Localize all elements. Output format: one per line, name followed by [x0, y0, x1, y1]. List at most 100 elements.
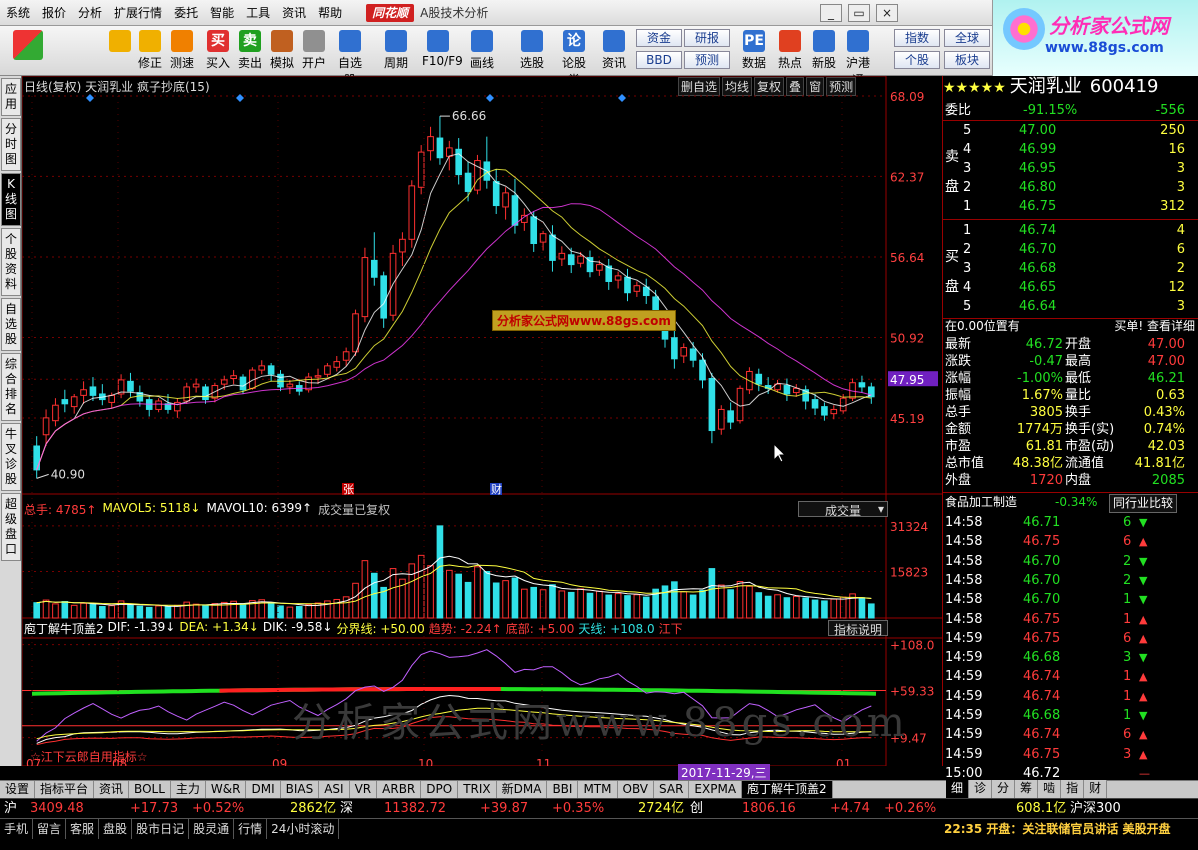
right-tab-6[interactable]: 财 [1084, 780, 1108, 798]
toolbar-text-button-1[interactable]: 研报 [684, 29, 730, 47]
indicator-tab-3[interactable]: BOLL [129, 781, 171, 798]
restore-icon[interactable]: ▭ [848, 4, 870, 22]
toolbar-text-button-2[interactable]: BBD [636, 51, 682, 69]
toolbar-text-button-5[interactable]: 全球 [944, 29, 990, 47]
indicator-tab-6[interactable]: DMI [246, 781, 281, 798]
toolbar-button-7[interactable]: 开户 [298, 28, 330, 74]
right-tab-5[interactable]: 指 [1061, 780, 1085, 798]
toolbar-button-0[interactable] [12, 28, 44, 74]
status-item-1[interactable]: 留言 [33, 819, 67, 839]
f10-icon [427, 30, 449, 52]
position-note[interactable]: 在0.00位置有 买单! 查看详细 [943, 318, 1198, 335]
close-icon[interactable]: × [876, 4, 898, 22]
left-tab-2[interactable]: K线图 [1, 173, 21, 226]
menu-item-5[interactable]: 智能 [204, 0, 240, 26]
toolbar-button-10[interactable]: F10/F9 [422, 28, 463, 74]
status-item-4[interactable]: 股市日记 [132, 819, 190, 839]
menu-item-8[interactable]: 帮助 [312, 0, 348, 26]
toolbar-text-button-0[interactable]: 资金 [636, 29, 682, 47]
left-tab-3[interactable]: 个股资料 [1, 228, 21, 296]
left-tab-7[interactable]: 超级盘口 [1, 493, 21, 561]
toolbar-text-button-3[interactable]: 预测 [684, 51, 730, 69]
indicator-tab-18[interactable]: EXPMA [689, 781, 743, 798]
status-item-7[interactable]: 24小时滚动 [267, 819, 340, 839]
toolbar-button-11[interactable]: 画线 [466, 28, 498, 74]
kline-chart[interactable]: 68.09 62.37 56.64 50.92 47.95 45.19 66.66 40.90… [22, 76, 942, 766]
indicator-tab-11[interactable]: DPO [421, 781, 459, 798]
candle-body [183, 386, 191, 402]
volume-dropdown[interactable]: 成交量 ▾ [798, 501, 888, 518]
toolbar-text-button-6[interactable]: 个股 [894, 51, 940, 69]
toolbar-text-button-7[interactable]: 板块 [944, 51, 990, 69]
toolbar-button-15[interactable]: PE 数据 [738, 28, 770, 74]
toolbar-button-17[interactable]: 新股 [808, 28, 840, 74]
right-tab-0[interactable]: 细 [946, 780, 970, 798]
right-tab-4[interactable]: 啮 [1038, 780, 1062, 798]
minimize-icon[interactable]: _ [820, 4, 842, 22]
toolbar-button-4[interactable]: 买买入 [202, 28, 234, 74]
indicator-tab-13[interactable]: 新DMA [497, 781, 548, 798]
toolbar-button-2[interactable]: 修正 [134, 28, 166, 74]
toolbar-button-8[interactable]: 自选股 [334, 28, 366, 87]
status-item-5[interactable]: 股灵通 [189, 819, 235, 839]
indicator-tab-1[interactable]: 指标平台 [35, 781, 95, 798]
indicator-tab-0[interactable]: 设置 [0, 781, 36, 798]
indicator-tab-16[interactable]: OBV [618, 781, 655, 798]
indicator-tab-14[interactable]: BBI [547, 781, 579, 798]
status-item-0[interactable]: 手机 [0, 819, 34, 839]
indicator-tab-4[interactable]: 主力 [171, 781, 206, 798]
menu-item-7[interactable]: 资讯 [276, 0, 312, 26]
menu-item-4[interactable]: 委托 [168, 0, 204, 26]
toolbar-button-5[interactable]: 卖卖出 [234, 28, 266, 74]
toolbar-button-9[interactable]: 周期 [380, 28, 412, 74]
left-tab-1[interactable]: 分时图 [1, 118, 21, 171]
right-tab-3[interactable]: 筹 [1015, 780, 1039, 798]
quote-value: 46.72 [1025, 337, 1063, 352]
left-tab-0[interactable]: 应用 [1, 78, 21, 116]
right-tab-2[interactable]: 分 [992, 780, 1016, 798]
industry-row: 食品加工制造 -0.34% 同行业比较 [943, 494, 1198, 513]
toolbar-button-12[interactable]: 选股 [516, 28, 548, 74]
rating-stars: ★★★★★ [943, 80, 1006, 96]
toolbar-button-18[interactable]: 沪港通 [842, 28, 874, 87]
toolbar-button-6[interactable]: 模拟 [266, 28, 298, 74]
indicator-tab-19[interactable]: 庖丁解牛顶盖2 [742, 781, 833, 798]
indicator-tab-17[interactable]: SAR [654, 781, 690, 798]
status-item-6[interactable]: 行情 [234, 819, 268, 839]
indicator-tab-10[interactable]: ARBR [377, 781, 422, 798]
menu-item-0[interactable]: 系统 [0, 0, 36, 26]
left-tab-5[interactable]: 综合排名 [1, 353, 21, 421]
indicator-tab-9[interactable]: VR [350, 781, 378, 798]
indicator-tab-12[interactable]: TRIX [458, 781, 497, 798]
toolbar-button-13[interactable]: 论论股堂 [558, 28, 590, 87]
left-tab-4[interactable]: 自选股 [1, 298, 21, 351]
right-tab-1[interactable]: 诊 [969, 780, 993, 798]
brand-logo: 同花顺 [366, 3, 415, 22]
indicator-help-button[interactable]: 指标说明 [828, 620, 888, 637]
menu-item-3[interactable]: 扩展行情 [108, 0, 168, 26]
indicator-tab-8[interactable]: ASI [319, 781, 350, 798]
toolbar-button-1[interactable] [104, 28, 136, 74]
industry-compare-button[interactable]: 同行业比较 [1109, 494, 1178, 513]
arrow-down-icon: ▼ [1139, 593, 1148, 607]
volume-bar [858, 597, 866, 619]
volume: 2 [1176, 261, 1185, 276]
indicator-tab-5[interactable]: W&R [206, 781, 247, 798]
menu-item-6[interactable]: 工具 [240, 0, 276, 26]
toolbar-button-14[interactable]: 资讯 [598, 28, 630, 74]
left-tab-6[interactable]: 牛叉诊股 [1, 423, 21, 491]
status-item-2[interactable]: 客服 [66, 819, 100, 839]
toolbar-button-16[interactable]: 热点 [774, 28, 806, 74]
indicator-tab-2[interactable]: 资讯 [94, 781, 130, 798]
indicator-tab-15[interactable]: MTM [578, 781, 618, 798]
indicator-tab-7[interactable]: BIAS [281, 781, 320, 798]
candle-body [567, 254, 575, 266]
status-item-3[interactable]: 盘股 [99, 819, 133, 839]
tick-price: 46.75 [1023, 630, 1061, 646]
news-ticker[interactable]: 22:35 开盘：关注联储官员讲话 美股开盘 [944, 819, 1171, 839]
menu-item-2[interactable]: 分析 [72, 0, 108, 26]
toolbar-text-button-4[interactable]: 指数 [894, 29, 940, 47]
volume-bar [202, 605, 209, 619]
toolbar-button-3[interactable]: 测速 [166, 28, 198, 74]
menu-item-1[interactable]: 报价 [36, 0, 72, 26]
